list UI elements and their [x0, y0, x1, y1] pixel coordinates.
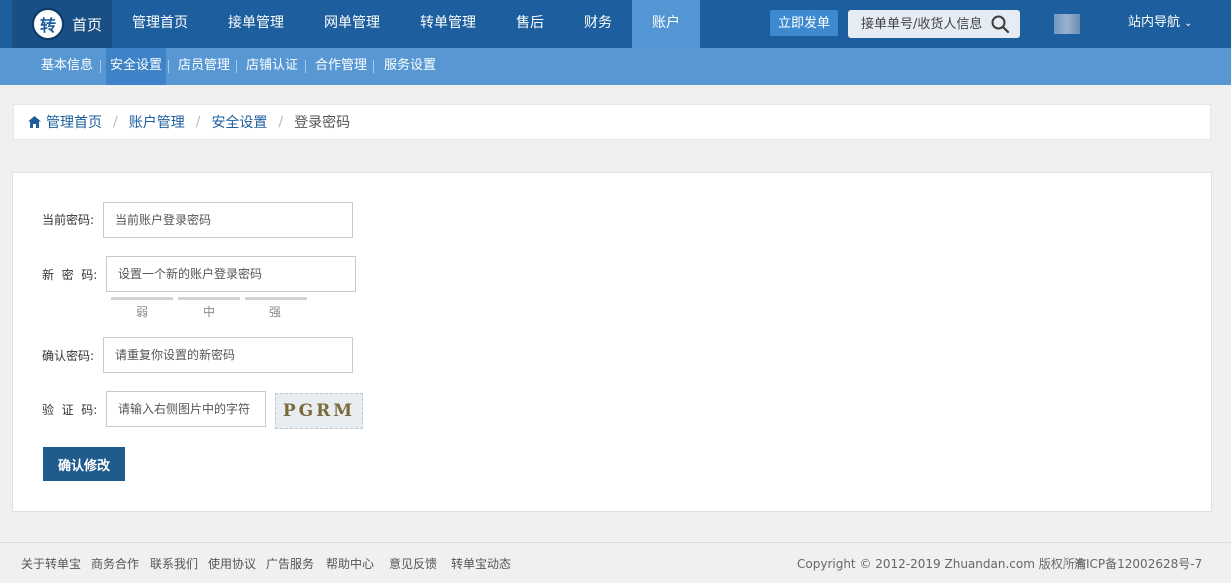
subnav-divider	[168, 60, 169, 73]
footer-link-terms[interactable]: 使用协议	[208, 555, 256, 572]
strength-label-medium: 中	[203, 305, 216, 319]
new-password-input[interactable]	[106, 256, 356, 292]
nav-transfer-orders[interactable]: 转单管理	[402, 0, 494, 48]
site-navigation-dropdown[interactable]: 站内导航 ⌄	[1128, 0, 1192, 48]
home-icon	[28, 116, 41, 128]
breadcrumb-account-management[interactable]: 账户管理	[129, 112, 185, 132]
confirm-password-label: 确认密码:	[42, 349, 95, 363]
account-subnav: 基本信息 安全设置 店员管理 店铺认证 合作管理 服务设置	[0, 48, 1231, 85]
nav-admin-home[interactable]: 管理首页	[114, 0, 206, 48]
subnav-cooperation[interactable]: 合作管理	[311, 48, 371, 85]
subnav-store-verification[interactable]: 店铺认证	[242, 48, 302, 85]
strength-bar-strong	[245, 297, 307, 300]
change-password-form: 当前密码: 新 密 码: 弱 中 强 确认密码: 验 证 码: PGRM 确认修…	[12, 172, 1212, 512]
captcha-image[interactable]: PGRM	[275, 393, 363, 429]
breadcrumb-admin-home[interactable]: 管理首页	[46, 112, 102, 132]
post-order-button[interactable]: 立即发单	[770, 10, 838, 36]
subnav-security-settings[interactable]: 安全设置	[106, 48, 167, 85]
home-link-label: 首页	[72, 15, 103, 34]
breadcrumb-separator: /	[278, 114, 284, 130]
footer-link-feedback[interactable]: 意见反馈	[389, 555, 437, 572]
footer-link-about[interactable]: 关于转单宝	[21, 555, 81, 572]
breadcrumb-separator: /	[113, 114, 118, 130]
top-navbar: 转 首页 管理首页 接单管理 网单管理 转单管理 售后 财务 账户 立即发单 站…	[0, 0, 1231, 48]
footer-divider	[0, 542, 1231, 543]
subnav-divider	[236, 60, 237, 73]
subnav-divider	[305, 60, 306, 73]
subnav-basic-info[interactable]: 基本信息	[37, 48, 97, 85]
confirm-change-button[interactable]: 确认修改	[43, 447, 125, 481]
footer-separator	[1064, 557, 1065, 569]
subnav-divider	[373, 60, 374, 73]
subnav-divider	[100, 60, 101, 73]
current-password-input[interactable]	[103, 202, 353, 238]
breadcrumb-current: 登录密码	[294, 115, 351, 131]
chevron-down-icon: ⌄	[1184, 18, 1193, 29]
strength-bar-weak	[111, 297, 173, 300]
breadcrumb-separator: /	[195, 114, 201, 130]
captcha-label: 验 证 码:	[42, 403, 98, 417]
strength-bar-medium	[178, 297, 240, 300]
nav-account[interactable]: 账户	[632, 0, 700, 48]
nav-finance[interactable]: 财务	[570, 0, 626, 48]
new-password-label: 新 密 码:	[42, 268, 98, 282]
home-logo-link[interactable]: 转 首页	[12, 0, 112, 48]
footer-link-contact[interactable]: 联系我们	[150, 555, 198, 572]
nav-online-orders[interactable]: 网单管理	[306, 0, 398, 48]
user-avatar[interactable]	[1054, 14, 1080, 34]
footer-link-news[interactable]: 转单宝动态	[451, 555, 511, 572]
nav-after-sales[interactable]: 售后	[502, 0, 558, 48]
subnav-service-settings[interactable]: 服务设置	[380, 48, 440, 85]
footer-link-business[interactable]: 商务合作	[91, 555, 139, 572]
order-search-input[interactable]	[848, 10, 986, 38]
breadcrumb: 管理首页 / 账户管理 / 安全设置 / 登录密码	[13, 104, 1211, 140]
icp-license-link[interactable]: 渝ICP备12002628号-7	[1074, 555, 1202, 572]
subnav-staff-management[interactable]: 店员管理	[174, 48, 234, 85]
confirm-password-input[interactable]	[103, 337, 353, 373]
order-search	[848, 10, 1020, 38]
search-icon[interactable]	[990, 14, 1010, 34]
logo-icon: 转	[32, 8, 64, 40]
current-password-label: 当前密码:	[42, 213, 95, 227]
breadcrumb-security-settings[interactable]: 安全设置	[211, 112, 267, 132]
footer-link-ads[interactable]: 广告服务	[266, 555, 314, 572]
nav-order-receiving[interactable]: 接单管理	[210, 0, 302, 48]
strength-label-weak: 弱	[136, 305, 149, 319]
site-nav-label: 站内导航	[1128, 15, 1181, 30]
strength-label-strong: 强	[269, 305, 282, 319]
copyright-text: Copyright © 2012-2019 Zhuandan.com 版权所有	[797, 557, 1087, 571]
footer-link-help[interactable]: 帮助中心	[326, 555, 374, 572]
captcha-input[interactable]	[106, 391, 266, 427]
